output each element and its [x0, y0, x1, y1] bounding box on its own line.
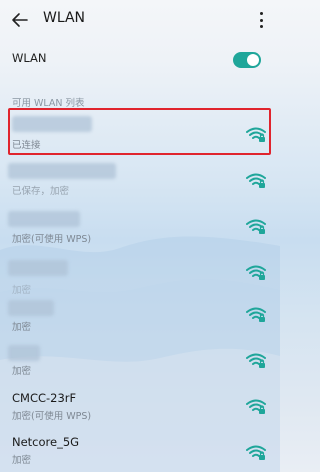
- back-button[interactable]: [8, 8, 32, 32]
- wlan-toggle-row[interactable]: WLAN: [0, 42, 280, 76]
- network-status: 加密: [12, 455, 32, 466]
- obscured-network-name: [8, 260, 68, 276]
- network-status: 加密: [12, 366, 32, 377]
- wlan-toggle-switch[interactable]: [233, 52, 261, 68]
- back-arrow-icon: [12, 13, 28, 27]
- page-title: WLAN: [43, 10, 86, 26]
- network-name: CMCC-23rF: [12, 391, 77, 405]
- obscured-network-name: [8, 163, 116, 179]
- network-item[interactable]: 加密(可使用 WPS): [0, 208, 280, 250]
- network-item[interactable]: 已保存，加密: [0, 160, 280, 202]
- network-status: 加密: [12, 322, 32, 333]
- obscured-network-name: [8, 345, 40, 361]
- connected-network-highlight: [8, 108, 271, 155]
- wifi-secured-icon: [246, 265, 266, 280]
- network-status: 已保存，加密: [12, 186, 70, 197]
- network-item[interactable]: 加密: [0, 340, 280, 380]
- more-dot-icon: [259, 12, 263, 15]
- more-dot-icon: [259, 18, 263, 22]
- wifi-secured-icon: [246, 219, 266, 234]
- wifi-secured-icon: [246, 173, 266, 188]
- obscured-network-name: [8, 300, 54, 316]
- network-name: Netcore_5G: [12, 435, 80, 449]
- wifi-secured-icon: [246, 353, 266, 368]
- wifi-secured-icon: [246, 307, 266, 322]
- wifi-secured-icon: [246, 445, 266, 460]
- wifi-secured-icon: [246, 399, 266, 414]
- network-status: 加密: [12, 285, 32, 296]
- more-options-button[interactable]: [254, 10, 268, 30]
- network-item[interactable]: Netcore_5G 加密: [0, 432, 280, 468]
- network-status: 加密(可使用 WPS): [12, 411, 92, 422]
- more-dot-icon: [259, 25, 263, 28]
- network-item[interactable]: 加密: [0, 256, 280, 298]
- network-item[interactable]: CMCC-23rF 加密(可使用 WPS): [0, 388, 280, 424]
- available-networks-header: 可用 WLAN 列表: [12, 98, 85, 109]
- network-status: 加密(可使用 WPS): [12, 234, 92, 245]
- wlan-toggle-label: WLAN: [12, 51, 47, 65]
- toggle-knob: [247, 54, 259, 66]
- app-header: WLAN: [0, 0, 280, 40]
- network-item[interactable]: 加密: [0, 296, 280, 336]
- obscured-network-name: [8, 211, 80, 227]
